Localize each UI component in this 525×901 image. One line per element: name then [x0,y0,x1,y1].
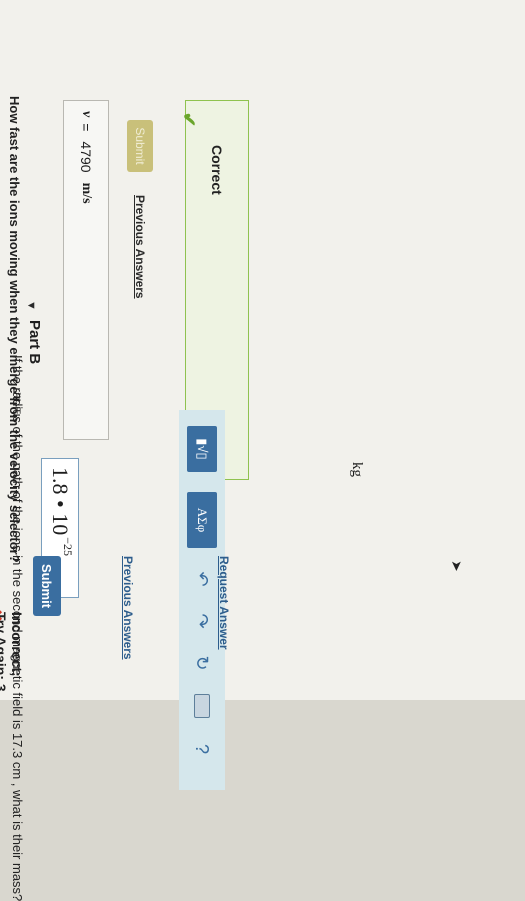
part-a-previous-answers-link[interactable]: Previous Answers [133,195,147,299]
part-a-answer-box: v = 4790 m/s [63,100,109,440]
assignment-page: How fast are the ions moving when they e… [0,0,525,901]
undo-icon[interactable]: ↶ [192,568,213,590]
help-button[interactable]: ? [192,738,213,760]
check-icon: ✔ [179,112,199,128]
part-b-previous-answers-link[interactable]: Previous Answers [121,556,135,660]
correct-label: Correct [209,145,225,195]
greek-symbols-button[interactable]: ΑΣφ [187,492,217,548]
collapse-caret-icon[interactable]: ▼ [25,300,37,311]
input-exponent: −25 [61,537,76,556]
input-mantissa: 1.8 • 10 [48,467,73,536]
part-b-submit-button[interactable]: Submit [33,556,61,616]
keyboard-icon[interactable] [194,694,210,718]
answer-unit: m/s [79,182,94,204]
reset-icon[interactable]: ↻ [192,652,213,674]
incorrect-feedback: Incorrect; Try Again; 3 attempts remaini… [0,612,25,692]
input-variable-label: m = [10,392,25,416]
part-b-title[interactable]: Part B [26,320,43,364]
answer-value: 4790 [78,141,94,173]
answer-equals: = [78,123,94,132]
part-a-submit-button[interactable]: Submit [127,120,153,172]
unit-label: kg [349,462,365,477]
template-button[interactable]: ▮√▯ [187,426,217,472]
mouse-cursor-icon: ➤ [449,560,465,572]
answer-variable: v [79,111,94,118]
redo-icon[interactable]: ↷ [192,610,213,632]
request-answer-link[interactable]: Request Answer [217,556,231,650]
